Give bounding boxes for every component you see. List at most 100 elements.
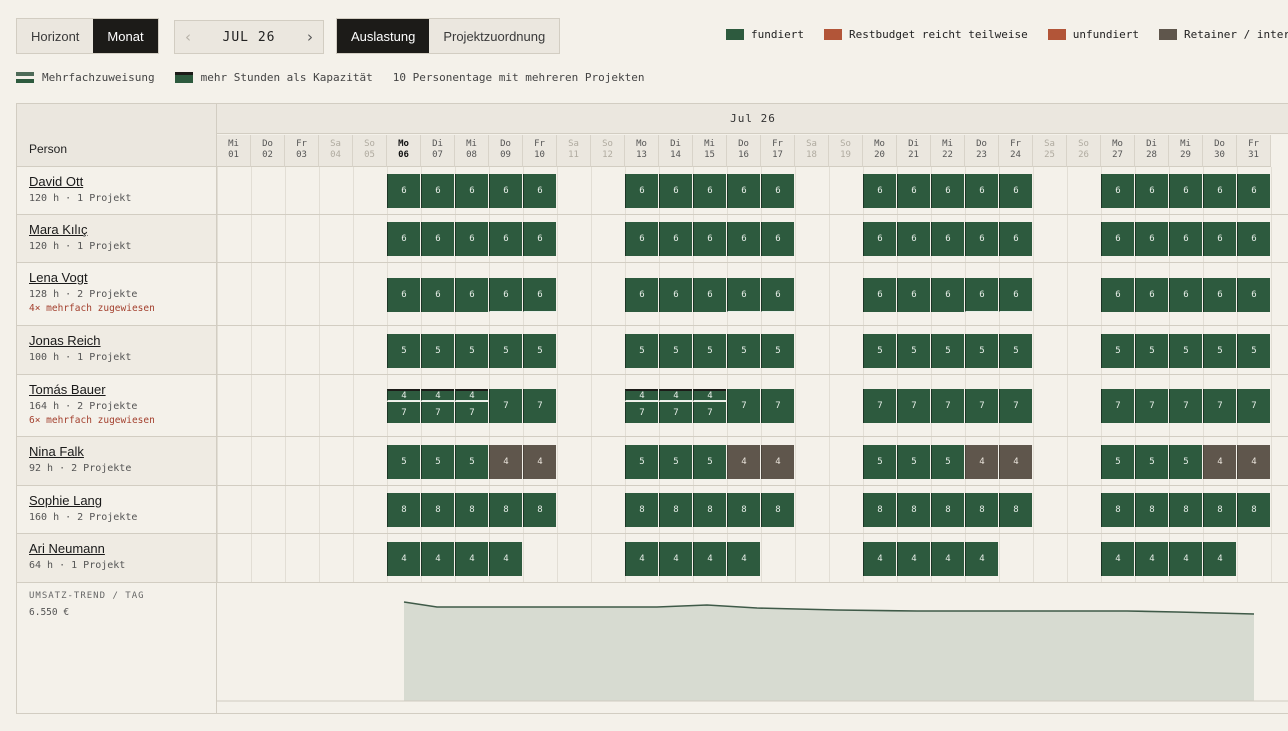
allocation-block[interactable]: 6 xyxy=(387,174,420,208)
allocation-block[interactable]: 6 xyxy=(1169,278,1202,312)
allocation-block[interactable]: 4 xyxy=(727,542,760,576)
allocation-block[interactable]: 6 xyxy=(455,222,488,256)
allocation-block[interactable]: 8 xyxy=(863,493,896,527)
allocation-block[interactable]: 6 xyxy=(659,278,692,312)
allocation-block[interactable]: 4 xyxy=(1101,542,1134,576)
allocation-block[interactable]: 4 xyxy=(1203,542,1236,576)
allocation-block[interactable]: 7 xyxy=(1203,389,1236,423)
allocation-block[interactable]: 6 xyxy=(489,278,522,312)
allocation-block[interactable]: 6 xyxy=(421,278,454,312)
allocation-block[interactable]: 6 xyxy=(761,278,794,312)
person-name-link[interactable]: Tomás Bauer xyxy=(29,382,204,397)
allocation-block[interactable]: 5 xyxy=(625,445,658,479)
allocation-block[interactable]: 8 xyxy=(999,493,1032,527)
allocation-block[interactable]: 5 xyxy=(897,334,930,368)
allocation-block-secondary[interactable]: 4 xyxy=(693,389,726,401)
allocation-block[interactable]: 4 xyxy=(489,542,522,576)
allocation-block[interactable]: 5 xyxy=(1101,445,1134,479)
allocation-block[interactable]: 7 xyxy=(999,389,1032,423)
allocation-block[interactable]: 5 xyxy=(421,445,454,479)
allocation-block[interactable]: 5 xyxy=(1237,334,1270,368)
allocation-block[interactable]: 8 xyxy=(727,493,760,527)
allocation-block[interactable]: 4 xyxy=(1203,445,1236,479)
allocation-block[interactable]: 4 xyxy=(863,542,896,576)
allocation-block[interactable]: 6 xyxy=(1237,174,1270,208)
allocation-block[interactable]: 6 xyxy=(489,222,522,256)
allocation-block[interactable]: 4 xyxy=(1169,542,1202,576)
allocation-block[interactable]: 6 xyxy=(523,278,556,312)
tab-monat[interactable]: Monat xyxy=(93,19,158,53)
allocation-block[interactable]: 6 xyxy=(965,278,998,312)
allocation-block[interactable]: 6 xyxy=(1169,174,1202,208)
allocation-block-secondary[interactable]: 4 xyxy=(387,389,420,401)
allocation-block[interactable]: 4 xyxy=(965,542,998,576)
allocation-block[interactable]: 6 xyxy=(625,222,658,256)
allocation-block[interactable]: 5 xyxy=(421,334,454,368)
person-name-link[interactable]: Sophie Lang xyxy=(29,493,204,508)
allocation-block[interactable]: 6 xyxy=(999,278,1032,312)
allocation-block[interactable]: 6 xyxy=(931,174,964,208)
allocation-block[interactable]: 8 xyxy=(693,493,726,527)
allocation-block[interactable]: 7 xyxy=(727,389,760,423)
allocation-block[interactable]: 5 xyxy=(863,334,896,368)
allocation-block[interactable]: 6 xyxy=(1101,278,1134,312)
allocation-block[interactable]: 5 xyxy=(965,334,998,368)
allocation-block[interactable]: 6 xyxy=(625,278,658,312)
tab-projektzuordnung[interactable]: Projektzuordnung xyxy=(429,19,559,53)
allocation-block[interactable]: 8 xyxy=(761,493,794,527)
allocation-block[interactable]: 5 xyxy=(455,445,488,479)
allocation-block[interactable]: 5 xyxy=(1169,445,1202,479)
allocation-block[interactable]: 6 xyxy=(999,222,1032,256)
allocation-block[interactable]: 5 xyxy=(387,334,420,368)
allocation-block[interactable]: 6 xyxy=(727,174,760,208)
allocation-block[interactable]: 6 xyxy=(1101,222,1134,256)
allocation-block[interactable]: 6 xyxy=(1135,278,1168,312)
allocation-block[interactable]: 8 xyxy=(1101,493,1134,527)
allocation-block[interactable]: 8 xyxy=(523,493,556,527)
allocation-block-secondary[interactable]: 4 xyxy=(659,389,692,401)
allocation-block[interactable]: 7 xyxy=(1169,389,1202,423)
allocation-block[interactable]: 4 xyxy=(489,445,522,479)
allocation-block[interactable]: 6 xyxy=(625,174,658,208)
allocation-block[interactable]: 6 xyxy=(523,174,556,208)
allocation-block[interactable]: 4 xyxy=(659,542,692,576)
allocation-block[interactable]: 8 xyxy=(421,493,454,527)
allocation-block[interactable]: 4 xyxy=(761,445,794,479)
allocation-block[interactable]: 8 xyxy=(489,493,522,527)
allocation-block[interactable]: 4 xyxy=(693,542,726,576)
person-name-link[interactable]: Jonas Reich xyxy=(29,333,204,348)
person-name-link[interactable]: Ari Neumann xyxy=(29,541,204,556)
allocation-block[interactable]: 5 xyxy=(455,334,488,368)
allocation-block[interactable]: 6 xyxy=(659,174,692,208)
allocation-block[interactable]: 8 xyxy=(1237,493,1270,527)
person-name-link[interactable]: Lena Vogt xyxy=(29,270,204,285)
allocation-block[interactable]: 7 xyxy=(693,402,726,423)
allocation-block[interactable]: 4 xyxy=(999,445,1032,479)
allocation-block[interactable]: 6 xyxy=(659,222,692,256)
allocation-block-secondary[interactable]: 4 xyxy=(625,389,658,401)
allocation-block[interactable]: 5 xyxy=(523,334,556,368)
allocation-block[interactable]: 6 xyxy=(897,222,930,256)
allocation-block[interactable]: 7 xyxy=(455,402,488,423)
allocation-block[interactable]: 5 xyxy=(693,445,726,479)
allocation-block[interactable]: 8 xyxy=(1169,493,1202,527)
allocation-block[interactable]: 6 xyxy=(965,222,998,256)
allocation-block[interactable]: 7 xyxy=(863,389,896,423)
allocation-block[interactable]: 7 xyxy=(387,402,420,423)
allocation-block[interactable]: 7 xyxy=(1237,389,1270,423)
allocation-block[interactable]: 7 xyxy=(1101,389,1134,423)
allocation-block[interactable]: 8 xyxy=(931,493,964,527)
allocation-block[interactable]: 6 xyxy=(727,222,760,256)
allocation-block[interactable]: 5 xyxy=(387,445,420,479)
allocation-block[interactable]: 6 xyxy=(387,278,420,312)
allocation-block[interactable]: 5 xyxy=(931,334,964,368)
allocation-block[interactable]: 7 xyxy=(931,389,964,423)
allocation-block[interactable]: 5 xyxy=(1169,334,1202,368)
allocation-block[interactable]: 5 xyxy=(761,334,794,368)
allocation-block[interactable]: 7 xyxy=(659,402,692,423)
allocation-block[interactable]: 6 xyxy=(761,174,794,208)
allocation-block[interactable]: 7 xyxy=(897,389,930,423)
allocation-block-secondary[interactable]: 4 xyxy=(421,389,454,401)
allocation-block[interactable]: 8 xyxy=(1203,493,1236,527)
allocation-block[interactable]: 7 xyxy=(625,402,658,423)
